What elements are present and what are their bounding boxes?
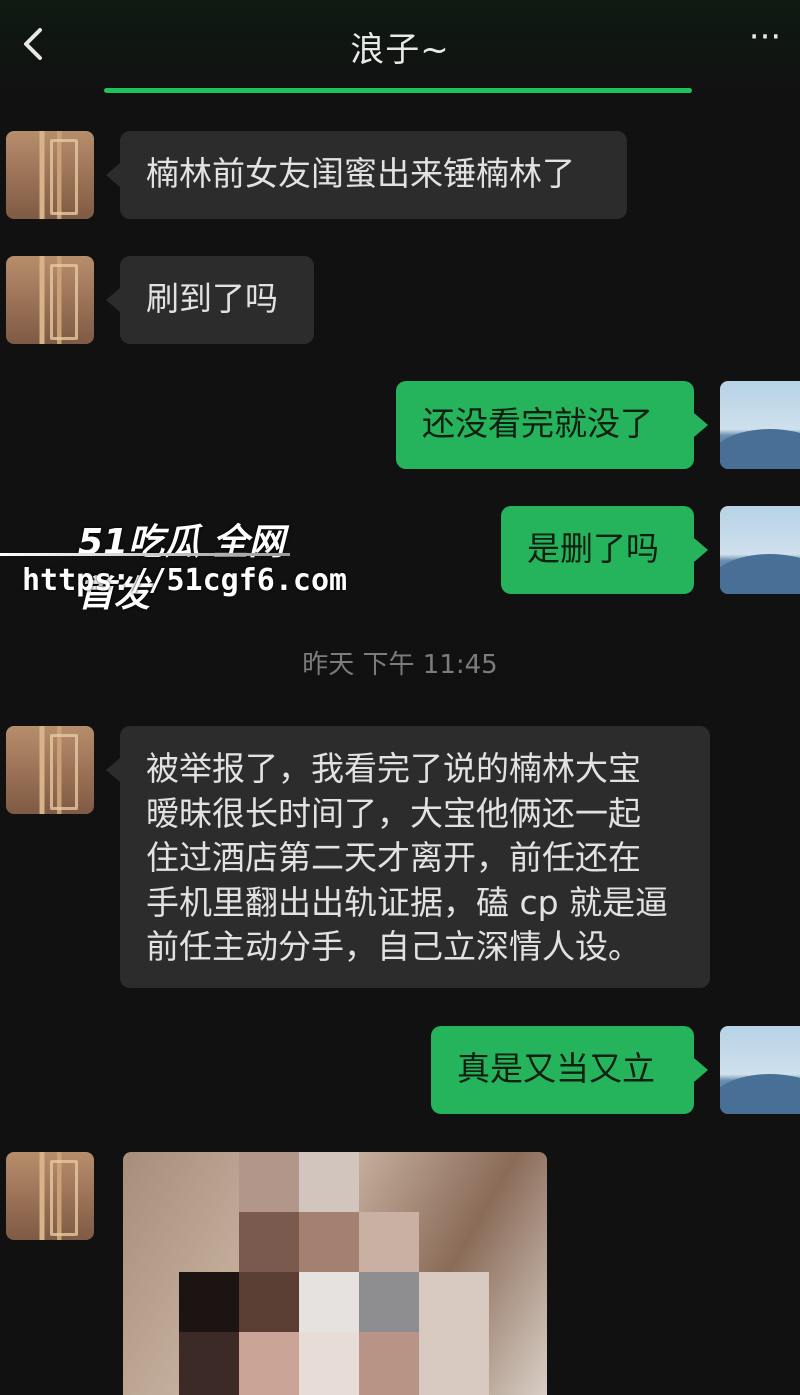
my-avatar[interactable] [720,1026,800,1114]
outgoing-message-bubble[interactable]: 还没看完就没了 [396,381,708,469]
incoming-message-bubble[interactable]: 刷到了吗 [106,256,314,344]
photo-pixel [239,1152,299,1212]
contact-avatar[interactable] [6,726,94,814]
incoming-message-bubble[interactable]: 被举报了，我看完了说的楠林大宝 暧昧很长时间了，大宝他俩还一起 住过酒店第二天才… [106,726,710,988]
photo-pixel [419,1272,489,1395]
photo-pixel [299,1272,359,1332]
photo-pixel [299,1152,359,1212]
photo-pixel [239,1332,299,1395]
photo-pixel [239,1212,299,1272]
my-avatar[interactable] [720,506,800,594]
contact-avatar[interactable] [6,1152,94,1240]
watermark-divider [0,553,290,556]
photo-pixel [359,1272,419,1332]
contact-avatar[interactable] [6,256,94,344]
header-accent-line [104,88,692,93]
photo-pixel [359,1212,419,1272]
contact-avatar[interactable] [6,131,94,219]
pixelated-photo-message[interactable] [123,1152,547,1395]
photo-pixel [239,1272,299,1332]
photo-pixel [359,1332,419,1395]
watermark-url: https://51cgf6.com [22,563,348,598]
photo-pixel [299,1332,359,1395]
photo-pixel [299,1212,359,1272]
incoming-message-bubble[interactable]: 楠林前女友闺蜜出来锤楠林了 [106,131,627,219]
outgoing-message-bubble[interactable]: 是删了吗 [501,506,708,594]
watermark: 51吃瓜 全网首发 https://51cgf6.com [0,505,347,615]
photo-pixel [179,1272,239,1332]
chat-title: 浪子~ [350,30,450,70]
more-options-button[interactable]: ··· [740,20,790,62]
chat-header: 浪子~ ··· [0,0,800,90]
my-avatar[interactable] [720,381,800,469]
message-timestamp: 昨天 下午 11:45 [302,650,498,680]
outgoing-message-bubble[interactable]: 真是又当又立 [431,1026,708,1114]
photo-pixel [179,1332,239,1395]
